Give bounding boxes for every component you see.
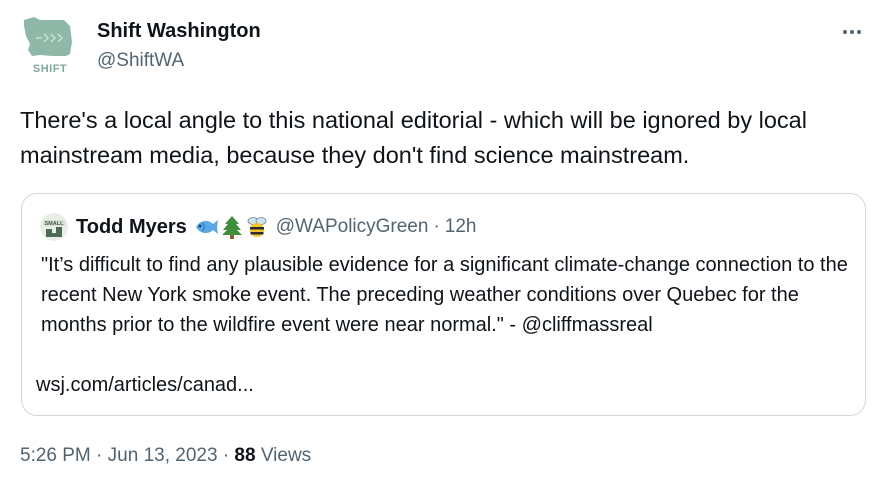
author-avatar[interactable]: SHIFT — [20, 14, 78, 76]
quoted-tweet[interactable]: SMALL Todd Myers @WAPolicyGreen · 12h "I… — [21, 193, 866, 416]
tweet-text: There's a local angle to this national e… — [20, 107, 807, 168]
evergreen-tree-icon — [221, 216, 242, 239]
meta-separator: · — [96, 445, 103, 466]
quote-text: "It’s difficult to find any plausible ev… — [41, 254, 848, 336]
author-handle[interactable]: @ShiftWA — [97, 49, 184, 73]
tweet-meta: 5:26 PM · Jun 13, 2023 · 88 Views — [20, 443, 311, 469]
tweet-date[interactable]: Jun 13, 2023 — [108, 445, 218, 466]
fish-emoji-icon — [195, 220, 218, 234]
quote-author-emojis — [193, 215, 269, 239]
tweet-time[interactable]: 5:26 PM — [20, 445, 91, 466]
more-horizontal-icon — [843, 30, 847, 34]
avatar-label: SHIFT — [33, 63, 67, 75]
small-logo-icon: SMALL — [40, 213, 68, 241]
quote-link[interactable]: wsj.com/articles/canad... — [36, 370, 254, 400]
meta-separator-views: · — [222, 445, 230, 466]
shift-logo-icon: SHIFT — [24, 17, 72, 75]
quote-header: Todd Myers @WAPolicyGreen · 12h — [76, 214, 476, 240]
quote-author-handle[interactable]: @WAPolicyGreen — [276, 216, 429, 238]
views-count[interactable]: 88 — [234, 445, 255, 466]
author-name[interactable]: Shift Washington — [97, 19, 261, 43]
quote-author-avatar[interactable]: SMALL — [40, 213, 68, 241]
quote-author-name[interactable]: Todd Myers — [76, 216, 187, 239]
more-horizontal-icon-dot — [850, 30, 854, 34]
quote-timestamp[interactable]: 12h — [445, 216, 477, 238]
tweet: SHIFT Shift Washington @ShiftWA There's … — [0, 0, 884, 488]
quote-separator: · — [433, 216, 440, 237]
more-options-button[interactable] — [838, 18, 866, 46]
bee-icon — [247, 217, 267, 237]
views-label[interactable]: Views — [261, 445, 311, 466]
quote-avatar-label: SMALL — [45, 221, 65, 227]
more-horizontal-icon-dot — [857, 30, 861, 34]
